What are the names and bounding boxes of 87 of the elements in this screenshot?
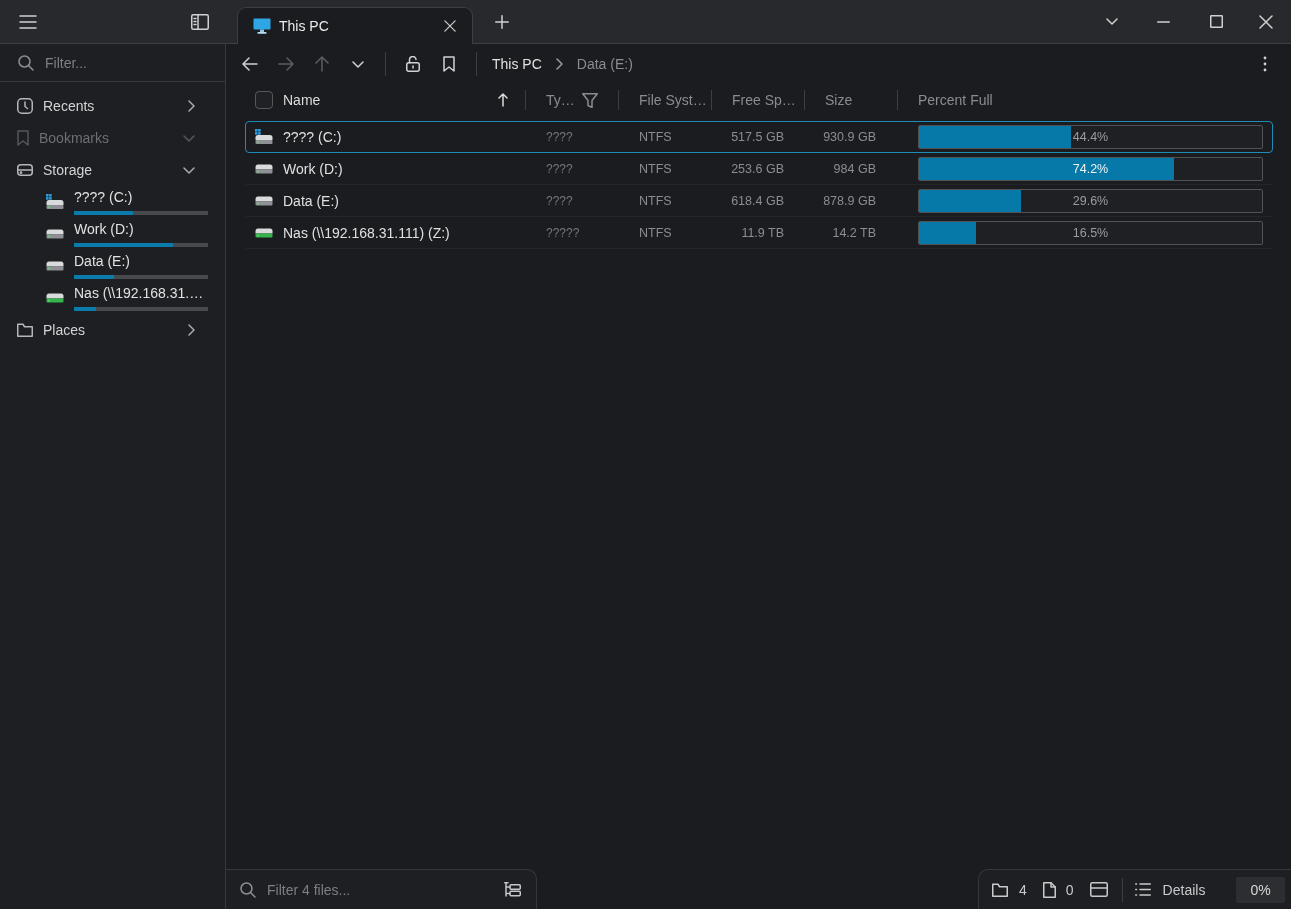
maximize-icon — [1209, 15, 1223, 28]
column-header[interactable]: Ty… — [546, 90, 598, 110]
menu-icon — [19, 13, 37, 30]
drive-icon — [255, 196, 273, 206]
search-icon — [240, 881, 256, 898]
select-all-checkbox[interactable] — [255, 91, 273, 109]
drive-name: Data (E:) — [283, 193, 339, 209]
sidebar-panel-icon — [191, 13, 209, 30]
table-cell: 618.4 GB — [731, 194, 784, 208]
drive-icon — [46, 194, 64, 210]
drive-icon — [255, 164, 273, 174]
bookmark-icon — [17, 130, 29, 146]
percent-text: 29.6% — [1072, 194, 1109, 208]
column-header[interactable]: Percent Full — [918, 90, 1253, 110]
column-header[interactable]: Size — [825, 90, 877, 110]
table-cell: NTFS — [639, 226, 672, 240]
sidebar-drive-item[interactable]: Work (D:) — [0, 218, 225, 250]
close-icon — [444, 20, 456, 32]
chevron-down-icon — [352, 60, 364, 68]
chevron-down-icon — [1106, 18, 1118, 25]
tree-icon — [503, 882, 521, 897]
sidebar-drive-item[interactable]: Nas (\\192.168.31.… — [0, 282, 225, 314]
table-cell: ???? — [546, 130, 573, 144]
table-cell: 14.2 TB — [832, 226, 876, 240]
search-icon — [18, 54, 34, 71]
table-cell: ????? — [546, 226, 580, 240]
percent-text: 44.4% — [1072, 130, 1109, 144]
filter-field[interactable]: Filter... — [45, 49, 215, 76]
sidebar-item[interactable]: Recents — [0, 90, 225, 122]
column-header[interactable]: Free Sp… — [732, 90, 796, 110]
minimize-icon — [1157, 20, 1170, 23]
drive-name: ???? (C:) — [283, 129, 342, 145]
table-cell: 253.6 GB — [731, 162, 784, 176]
sidebar-drive-item[interactable]: ???? (C:) — [0, 186, 225, 218]
breadcrumb-item[interactable]: This PC — [488, 50, 546, 78]
bookmark-icon — [443, 56, 455, 72]
table-row[interactable]: Data (E:) ???? NTFS 618.4 GB 878.9 GB 29.6% — [245, 185, 1273, 217]
file-count: 0 — [1065, 881, 1074, 898]
drive-icon — [46, 293, 64, 303]
percent-text: 74.2% — [1072, 162, 1109, 176]
arrow-up-icon — [315, 56, 329, 72]
clock-icon — [17, 98, 33, 114]
table-row[interactable]: Nas (\\192.168.31.111) (Z:) ????? NTFS 11.9 TB 14.2 TB 16.5% — [245, 217, 1273, 249]
chevron-right-icon — [555, 58, 563, 70]
table-cell: 517.5 GB — [731, 130, 784, 144]
drive-icon — [255, 129, 273, 145]
table-row[interactable]: Work (D:) ???? NTFS 253.6 GB 984 GB 74.2% — [245, 153, 1273, 185]
table-cell: 930.9 GB — [823, 130, 876, 144]
arrow-left-icon — [242, 57, 258, 71]
view-button[interactable]: Details — [1130, 875, 1210, 904]
percent-text: 16.5% — [1072, 226, 1109, 240]
sidebar-item[interactable]: Places — [0, 314, 225, 346]
breadcrumb-item[interactable]: Data (E:) — [572, 50, 637, 78]
close-icon — [1259, 14, 1273, 29]
table-cell: ???? — [546, 194, 573, 208]
table-cell: NTFS — [639, 130, 672, 144]
folder-icon — [991, 881, 1009, 898]
drive-icon — [255, 228, 273, 238]
table-cell: 11.9 TB — [741, 226, 784, 240]
plus-icon — [495, 14, 509, 29]
split-panel-icon — [1089, 882, 1108, 897]
drive-name: Work (D:) — [283, 161, 343, 177]
drive-icon — [46, 229, 64, 239]
table-cell: 984 GB — [833, 162, 876, 176]
column-header[interactable]: Name — [283, 90, 508, 110]
file-icon — [1042, 881, 1056, 898]
monitor-icon — [253, 18, 271, 34]
folder-count: 4 — [1019, 881, 1027, 898]
sidebar-drive-item[interactable]: Data (E:) — [0, 250, 225, 282]
list-icon — [1134, 882, 1151, 897]
tab[interactable]: This PC — [237, 7, 473, 44]
table-cell: NTFS — [639, 162, 672, 176]
padlock-icon — [406, 56, 420, 72]
table-row[interactable]: ???? (C:) ???? NTFS 517.5 GB 930.9 GB 44.4% — [245, 121, 1273, 153]
more-icon — [1263, 56, 1267, 72]
table-cell: ???? — [546, 162, 573, 176]
drive-icon — [46, 261, 64, 271]
table-cell: 878.9 GB — [823, 194, 876, 208]
drive-name: Nas (\\192.168.31.111) (Z:) — [283, 225, 450, 241]
zoom-level: 0% — [1236, 876, 1285, 903]
column-header[interactable]: File Syst… — [639, 90, 707, 110]
arrow-right-icon — [278, 57, 294, 71]
folder-icon — [17, 322, 33, 338]
filter-options-button[interactable] — [502, 879, 522, 900]
sidebar-item[interactable]: Storage — [0, 154, 225, 186]
file-filter-field[interactable]: Filter 4 files... — [267, 876, 491, 903]
table-cell: NTFS — [639, 194, 672, 208]
